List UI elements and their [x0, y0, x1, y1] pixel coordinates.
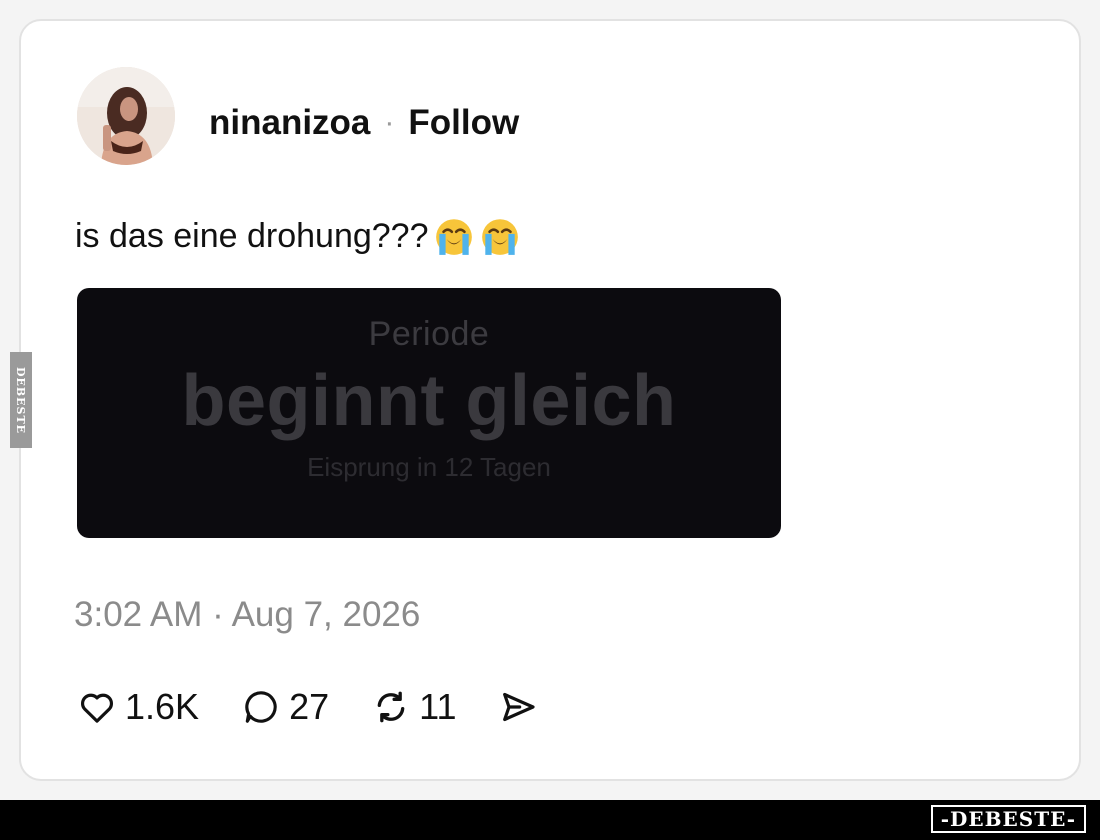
- avatar-photo: [77, 67, 175, 165]
- media-period-label: Periode: [368, 315, 490, 353]
- repost-icon: [377, 691, 405, 723]
- repost-count: 11: [419, 686, 457, 727]
- side-watermark: DEBESTE: [10, 352, 32, 448]
- loudly-crying-face-emoji: [435, 219, 472, 255]
- action-bar: 1.6K 27 11: [77, 685, 580, 729]
- bottom-watermark-bar: -DEBESTE-: [0, 800, 1100, 840]
- speech-bubble-icon: [245, 691, 277, 723]
- post-text-content: is das eine drohung???: [75, 216, 429, 255]
- loudly-crying-face-emoji: [481, 219, 518, 255]
- username-link[interactable]: ninanizoa: [209, 103, 370, 143]
- media-headline: beginnt gleich: [181, 361, 677, 441]
- post-header: ninanizoa · Follow: [209, 103, 519, 143]
- share-button[interactable]: [498, 687, 538, 727]
- reply-count: 27: [289, 686, 330, 727]
- avatar[interactable]: [77, 67, 175, 165]
- side-watermark-text: DEBESTE: [14, 366, 28, 434]
- header-separator: ·: [384, 106, 395, 139]
- like-button[interactable]: 1.6K: [77, 686, 199, 728]
- send-icon: [503, 692, 536, 722]
- post-media-image[interactable]: Periode beginnt gleich Eisprung in 12 Ta…: [77, 288, 781, 538]
- post-timestamp[interactable]: 3:02 AM · Aug 7, 2026: [74, 595, 420, 635]
- repost-button[interactable]: 11: [371, 686, 456, 728]
- post-text: is das eine drohung???: [75, 215, 521, 257]
- screenshot-stage: ninanizoa · Follow is das eine drohung??…: [0, 0, 1100, 840]
- post-card: ninanizoa · Follow is das eine drohung??…: [19, 19, 1081, 781]
- media-subline: Eisprung in 12 Tagen: [307, 452, 551, 482]
- reply-button[interactable]: 27: [241, 686, 329, 728]
- follow-button[interactable]: Follow: [408, 103, 519, 143]
- debeste-logo: -DEBESTE-: [930, 805, 1086, 833]
- heart-icon: [81, 693, 113, 723]
- like-count: 1.6K: [125, 686, 200, 727]
